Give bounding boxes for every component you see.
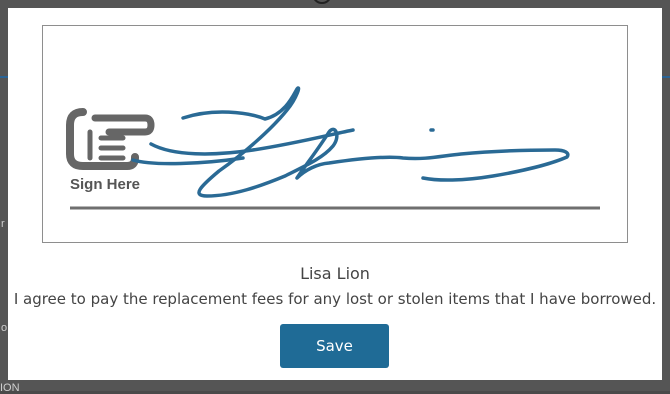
background-divider: [662, 76, 670, 78]
pointing-hand-icon: [66, 108, 155, 170]
save-button[interactable]: Save: [280, 324, 389, 368]
signature-modal: Sign Here Lisa Lion I agree to pay the r…: [8, 8, 662, 380]
signature-pad[interactable]: Sign Here: [42, 25, 628, 243]
signature-canvas[interactable]: [43, 26, 627, 242]
close-icon: [314, 0, 330, 4]
background-divider: [0, 76, 8, 78]
background-text-fragment: ION: [0, 382, 20, 394]
agreement-text: I agree to pay the replacement fees for …: [13, 290, 657, 308]
background-text-fragment: o: [1, 322, 8, 334]
signer-name: Lisa Lion: [300, 264, 370, 283]
sign-here-label: Sign Here: [70, 176, 141, 193]
background-text-fragment: r: [1, 218, 5, 230]
signature-stroke: [131, 86, 570, 198]
